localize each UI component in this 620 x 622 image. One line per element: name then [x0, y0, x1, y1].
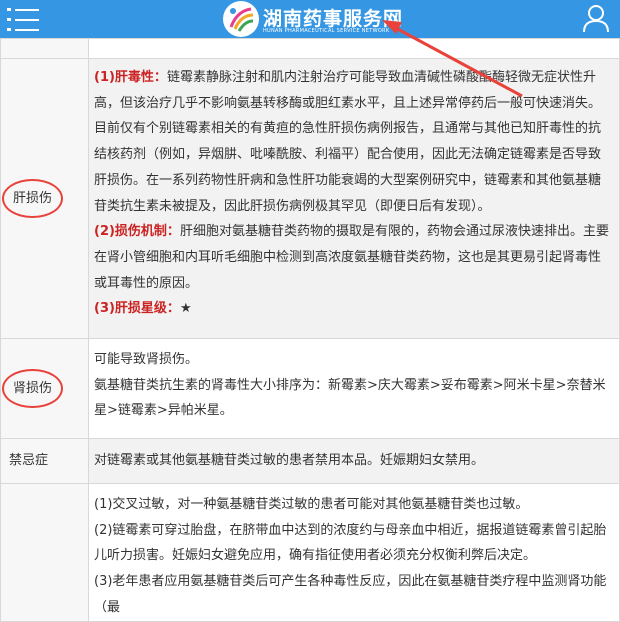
row-label: 肾损伤 — [0, 338, 89, 439]
table-row-notes: (1)交叉过敏，对一种氨基糖苷类过敏的患者可能对其他氨基糖苷类也过敏。 (2)链… — [0, 483, 620, 622]
row-content — [88, 38, 620, 59]
star-rating: ★ — [179, 301, 192, 317]
row-label — [0, 483, 89, 622]
table-row-liver: 肝损伤 (1)肝毒性：链霉素静脉注射和肌内注射治疗可能导致血清碱性磷酸酯酶轻微无… — [0, 58, 620, 339]
liver-label: 肝损伤 — [2, 178, 64, 219]
liver-heading-1: (1)肝毒性： — [94, 70, 167, 85]
site-title: 湖南药事服务网 — [263, 8, 404, 30]
table-row-kidney: 肾损伤 可能导致肾损伤。 氨基糖苷类抗生素的肾毒性大小排序为：新霉素>庆大霉素>… — [0, 338, 620, 439]
logo-mark-icon — [223, 1, 259, 37]
note-3: (3)老年患者应用氨基糖苷类后可产生各种毒性反应，因此在氨基糖苷类疗程中监测肾功… — [94, 574, 607, 615]
menu-icon[interactable] — [7, 5, 39, 33]
kidney-text-2: 氨基糖苷类抗生素的肾毒性大小排序为：新霉素>庆大霉素>妥布霉素>阿米卡星>奈替米… — [94, 377, 606, 419]
table-row-contraindication: 禁忌症 对链霉素或其他氨基糖苷类过敏的患者禁用本品。妊娠期妇女禁用。 — [0, 438, 620, 484]
site-subtitle: HUNAN PHARMACEUTICAL SERVICE NETWORK — [263, 28, 390, 34]
note-2: (2)链霉素可穿过胎盘，在脐带血中达到的浓度约与母亲血中相近，据报道链霉素曾引起… — [94, 522, 607, 564]
kidney-text-1: 可能导致肾损伤。 — [94, 352, 199, 367]
kidney-content: 可能导致肾损伤。 氨基糖苷类抗生素的肾毒性大小排序为：新霉素>庆大霉素>妥布霉素… — [88, 338, 620, 439]
drug-info-table: 肝损伤 (1)肝毒性：链霉素静脉注射和肌内注射治疗可能导致血清碱性磷酸酯酶轻微无… — [0, 38, 620, 622]
table-row — [0, 38, 620, 59]
liver-text-1: 链霉素静脉注射和肌内注射治疗可能导致血清碱性磷酸酯酶轻微无症状性升高，但该治疗几… — [94, 70, 602, 214]
kidney-label: 肾损伤 — [2, 368, 64, 409]
liver-item-3: (3)肝损星级：★ — [94, 296, 611, 322]
contraindication-text: 对链霉素或其他氨基糖苷类过敏的患者禁用本品。妊娠期妇女禁用。 — [88, 438, 620, 484]
note-1: (1)交叉过敏，对一种氨基糖苷类过敏的患者可能对其他氨基糖苷类也过敏。 — [94, 497, 529, 512]
row-label: 肝损伤 — [0, 58, 89, 339]
notes-content: (1)交叉过敏，对一种氨基糖苷类过敏的患者可能对其他氨基糖苷类也过敏。 (2)链… — [88, 483, 620, 622]
liver-heading-3: (3)肝损星级： — [94, 301, 180, 317]
liver-heading-2: (2)损伤机制： — [94, 224, 180, 240]
contraindication-label: 禁忌症 — [0, 438, 89, 484]
liver-content: (1)肝毒性：链霉素静脉注射和肌内注射治疗可能导致血清碱性磷酸酯酶轻微无症状性升… — [88, 58, 620, 339]
liver-item-2: (2)损伤机制：肝细胞对氨基糖苷类药物的摄取是有限的，药物会通过尿液快速排出。主… — [94, 219, 611, 296]
liver-item-1: (1)肝毒性：链霉素静脉注射和肌内注射治疗可能导致血清碱性磷酸酯酶轻微无症状性升… — [94, 65, 611, 219]
row-label — [0, 38, 89, 59]
app-header: 湖南药事服务网 HUNAN PHARMACEUTICAL SERVICE NET… — [0, 0, 620, 38]
user-icon[interactable] — [581, 3, 611, 33]
site-logo[interactable]: 湖南药事服务网 HUNAN PHARMACEUTICAL SERVICE NET… — [223, 1, 404, 37]
